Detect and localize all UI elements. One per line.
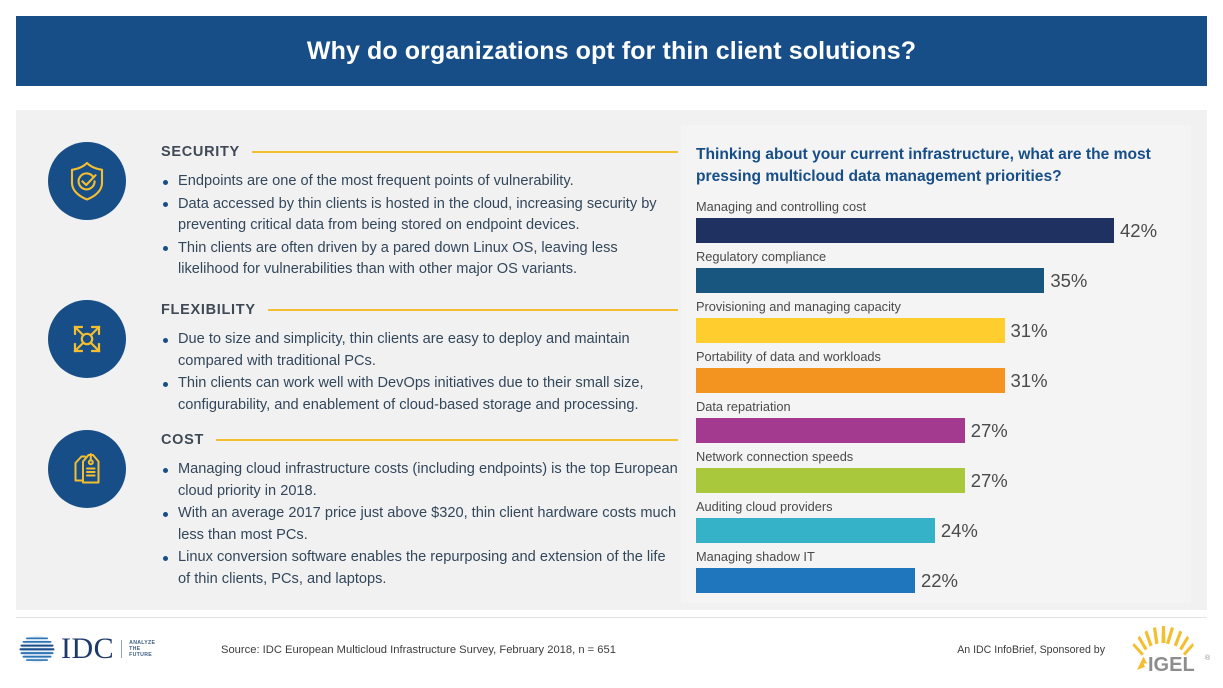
section-heading: FLEXIBILITY [161, 300, 678, 320]
bar-row: Provisioning and managing capacity 31% [696, 300, 1166, 350]
infographic-page: Why do organizations opt for thin client… [0, 0, 1223, 688]
igel-logo: IGEL ® [1132, 626, 1211, 676]
bar-chart: Managing and controlling cost 42% Regulato… [696, 200, 1166, 600]
idc-wordmark: IDC [61, 632, 115, 665]
bar-category-label: Data repatriation [696, 399, 791, 414]
bar-value-label: 27% [970, 469, 1008, 491]
igel-wordmark: IGEL ® [1137, 654, 1211, 676]
bar [696, 318, 1005, 343]
expand-arrows-icon [48, 300, 126, 378]
bar-category-label: Auditing cloud providers [696, 499, 833, 514]
bar [696, 518, 935, 543]
bar-line: 24% [696, 518, 1166, 543]
heading-rule [216, 439, 678, 441]
bar-row: Managing and controlling cost 42% [696, 200, 1166, 250]
price-tags-icon [48, 430, 126, 508]
section-flexibility: FLEXIBILITY Due to size and simplicity, … [48, 300, 678, 417]
chart-title: Thinking about your current infrastructu… [696, 146, 1151, 185]
list-item: Due to size and simplicity, thin clients… [161, 329, 678, 372]
footer-divider [16, 617, 1207, 618]
bar-value-label: 35% [1050, 269, 1088, 291]
idc-tagline: ANALYZE THE FUTURE [121, 639, 156, 659]
list-item: Data accessed by thin clients is hosted … [161, 194, 678, 237]
bar-row: Managing shadow IT 22% [696, 550, 1166, 600]
bar-category-label: Managing and controlling cost [696, 199, 867, 214]
sunburst-icon [1132, 626, 1194, 656]
bar [696, 218, 1114, 243]
bar-value-label: 22% [920, 569, 958, 591]
bar-line: 31% [696, 368, 1166, 393]
bar-value-label: 31% [1010, 369, 1048, 391]
bar-line: 31% [696, 318, 1166, 343]
source-note: Source: IDC European Multicloud Infrastr… [221, 644, 616, 656]
bar [696, 468, 965, 493]
bar-value-label: 24% [940, 519, 978, 541]
idc-tagline-line-1: ANALYZE [129, 639, 156, 646]
bar-category-label: Managing shadow IT [696, 549, 815, 564]
bar-line: 35% [696, 268, 1166, 293]
section-title: COST [161, 432, 205, 448]
section-security: SECURITY Endpoints are one of the most f… [48, 142, 678, 282]
section-body: SECURITY Endpoints are one of the most f… [161, 142, 678, 281]
bar [696, 418, 965, 443]
page-title: Why do organizations opt for thin client… [306, 36, 917, 65]
bullet-list: Managing cloud infrastructure costs (inc… [161, 459, 678, 590]
bar-row: Auditing cloud providers 24% [696, 500, 1166, 550]
bar-row: Portability of data and workloads 31% [696, 350, 1166, 400]
bullet-list: Endpoints are one of the most frequent p… [161, 171, 678, 281]
bar-category-label: Portability of data and workloads [696, 349, 881, 364]
bar-line: 42% [696, 218, 1166, 243]
idc-tagline-line-3: FUTURE [129, 652, 153, 659]
idc-globe-icon [19, 635, 55, 663]
section-heading: SECURITY [161, 142, 678, 162]
list-item: Endpoints are one of the most frequent p… [161, 171, 678, 193]
bar [696, 568, 915, 593]
bar-category-label: Regulatory compliance [696, 249, 827, 264]
list-item: Thin clients are often driven by a pared… [161, 238, 678, 281]
section-cost: COST Managing cloud infrastructure costs… [48, 430, 678, 591]
sponsor-note: An IDC InfoBrief, Sponsored by [957, 644, 1105, 656]
bar-row: Regulatory compliance 35% [696, 250, 1166, 300]
list-item: Managing cloud infrastructure costs (inc… [161, 459, 678, 502]
igel-logo-text: IGEL [1148, 654, 1195, 676]
list-item: With an average 2017 price just above $3… [161, 503, 678, 546]
bar [696, 368, 1005, 393]
list-item: Thin clients can work well with DevOps i… [161, 373, 678, 416]
heading-rule [251, 151, 678, 153]
bar-line: 22% [696, 568, 1166, 593]
bar-value-label: 27% [970, 419, 1008, 441]
bar [696, 268, 1045, 293]
section-body: COST Managing cloud infrastructure costs… [161, 430, 678, 590]
section-heading: COST [161, 430, 678, 450]
heading-rule [267, 309, 678, 311]
bar-category-label: Network connection speeds [696, 449, 854, 464]
bar-category-label: Provisioning and managing capacity [696, 299, 901, 314]
bullet-list: Due to size and simplicity, thin clients… [161, 329, 678, 416]
section-title: SECURITY [161, 144, 240, 160]
idc-logo: IDC ANALYZE THE FUTURE [16, 629, 168, 669]
section-body: FLEXIBILITY Due to size and simplicity, … [161, 300, 678, 416]
bar-value-label: 42% [1120, 219, 1158, 241]
shield-check-icon [48, 142, 126, 220]
svg-text:®: ® [1205, 654, 1211, 662]
header-banner: Why do organizations opt for thin client… [16, 16, 1207, 86]
bar-value-label: 31% [1010, 319, 1048, 341]
section-title: FLEXIBILITY [161, 302, 256, 318]
bar-line: 27% [696, 418, 1166, 443]
bar-line: 27% [696, 468, 1166, 493]
list-item: Linux conversion software enables the re… [161, 547, 678, 590]
bar-row: Network connection speeds 27% [696, 450, 1166, 500]
bar-row: Data repatriation 27% [696, 400, 1166, 450]
